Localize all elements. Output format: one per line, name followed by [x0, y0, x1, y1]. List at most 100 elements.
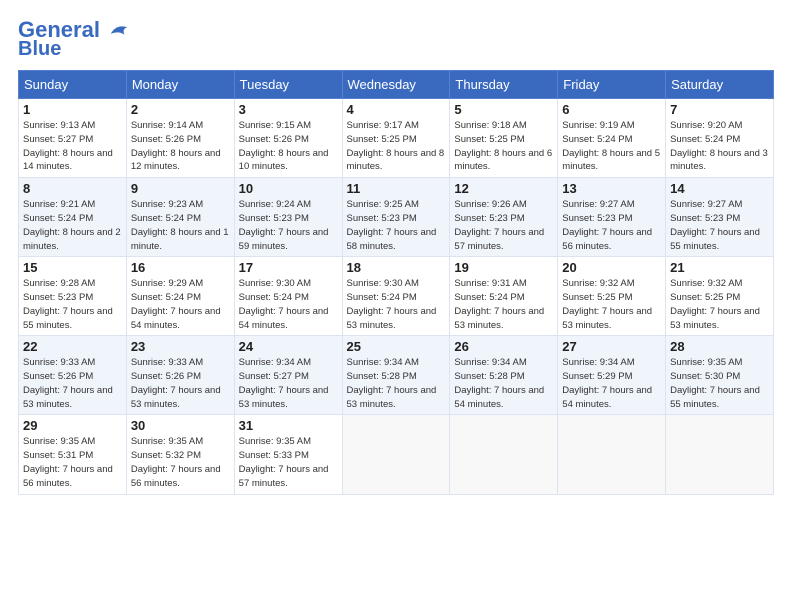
day-cell-9: 9 Sunrise: 9:23 AM Sunset: 5:24 PM Dayli…	[126, 178, 234, 257]
day-number: 21	[670, 260, 769, 275]
day-cell-13: 13 Sunrise: 9:27 AM Sunset: 5:23 PM Dayl…	[558, 178, 666, 257]
day-number: 17	[239, 260, 338, 275]
day-cell-7: 7 Sunrise: 9:20 AM Sunset: 5:24 PM Dayli…	[666, 99, 774, 178]
day-info: Sunrise: 9:24 AM Sunset: 5:23 PM Dayligh…	[239, 198, 338, 253]
day-cell-28: 28 Sunrise: 9:35 AM Sunset: 5:30 PM Dayl…	[666, 336, 774, 415]
weekday-header-monday: Monday	[126, 71, 234, 99]
empty-cell	[450, 415, 558, 494]
day-info: Sunrise: 9:32 AM Sunset: 5:25 PM Dayligh…	[670, 277, 769, 332]
weekday-header-thursday: Thursday	[450, 71, 558, 99]
day-info: Sunrise: 9:34 AM Sunset: 5:28 PM Dayligh…	[347, 356, 446, 411]
day-number: 19	[454, 260, 553, 275]
day-cell-11: 11 Sunrise: 9:25 AM Sunset: 5:23 PM Dayl…	[342, 178, 450, 257]
day-number: 28	[670, 339, 769, 354]
logo-blue: Blue	[18, 38, 61, 60]
day-info: Sunrise: 9:30 AM Sunset: 5:24 PM Dayligh…	[239, 277, 338, 332]
day-cell-30: 30 Sunrise: 9:35 AM Sunset: 5:32 PM Dayl…	[126, 415, 234, 494]
day-cell-3: 3 Sunrise: 9:15 AM Sunset: 5:26 PM Dayli…	[234, 99, 342, 178]
day-number: 14	[670, 181, 769, 196]
day-number: 20	[562, 260, 661, 275]
day-info: Sunrise: 9:35 AM Sunset: 5:30 PM Dayligh…	[670, 356, 769, 411]
weekday-header-friday: Friday	[558, 71, 666, 99]
day-cell-27: 27 Sunrise: 9:34 AM Sunset: 5:29 PM Dayl…	[558, 336, 666, 415]
day-cell-16: 16 Sunrise: 9:29 AM Sunset: 5:24 PM Dayl…	[126, 257, 234, 336]
day-cell-29: 29 Sunrise: 9:35 AM Sunset: 5:31 PM Dayl…	[19, 415, 127, 494]
day-cell-1: 1 Sunrise: 9:13 AM Sunset: 5:27 PM Dayli…	[19, 99, 127, 178]
day-cell-12: 12 Sunrise: 9:26 AM Sunset: 5:23 PM Dayl…	[450, 178, 558, 257]
day-cell-15: 15 Sunrise: 9:28 AM Sunset: 5:23 PM Dayl…	[19, 257, 127, 336]
day-info: Sunrise: 9:25 AM Sunset: 5:23 PM Dayligh…	[347, 198, 446, 253]
day-info: Sunrise: 9:35 AM Sunset: 5:32 PM Dayligh…	[131, 435, 230, 490]
day-cell-14: 14 Sunrise: 9:27 AM Sunset: 5:23 PM Dayl…	[666, 178, 774, 257]
day-cell-22: 22 Sunrise: 9:33 AM Sunset: 5:26 PM Dayl…	[19, 336, 127, 415]
day-number: 24	[239, 339, 338, 354]
weekday-header-wednesday: Wednesday	[342, 71, 450, 99]
day-number: 8	[23, 181, 122, 196]
calendar-week-4: 22 Sunrise: 9:33 AM Sunset: 5:26 PM Dayl…	[19, 336, 774, 415]
day-info: Sunrise: 9:29 AM Sunset: 5:24 PM Dayligh…	[131, 277, 230, 332]
day-cell-31: 31 Sunrise: 9:35 AM Sunset: 5:33 PM Dayl…	[234, 415, 342, 494]
day-number: 7	[670, 102, 769, 117]
empty-cell	[342, 415, 450, 494]
day-number: 22	[23, 339, 122, 354]
day-cell-20: 20 Sunrise: 9:32 AM Sunset: 5:25 PM Dayl…	[558, 257, 666, 336]
day-number: 12	[454, 181, 553, 196]
day-number: 3	[239, 102, 338, 117]
day-info: Sunrise: 9:27 AM Sunset: 5:23 PM Dayligh…	[670, 198, 769, 253]
day-cell-26: 26 Sunrise: 9:34 AM Sunset: 5:28 PM Dayl…	[450, 336, 558, 415]
day-info: Sunrise: 9:27 AM Sunset: 5:23 PM Dayligh…	[562, 198, 661, 253]
day-number: 18	[347, 260, 446, 275]
day-cell-19: 19 Sunrise: 9:31 AM Sunset: 5:24 PM Dayl…	[450, 257, 558, 336]
page-header: General Blue	[18, 18, 774, 60]
day-cell-25: 25 Sunrise: 9:34 AM Sunset: 5:28 PM Dayl…	[342, 336, 450, 415]
day-info: Sunrise: 9:20 AM Sunset: 5:24 PM Dayligh…	[670, 119, 769, 174]
day-cell-24: 24 Sunrise: 9:34 AM Sunset: 5:27 PM Dayl…	[234, 336, 342, 415]
day-number: 25	[347, 339, 446, 354]
day-cell-17: 17 Sunrise: 9:30 AM Sunset: 5:24 PM Dayl…	[234, 257, 342, 336]
empty-cell	[666, 415, 774, 494]
day-number: 27	[562, 339, 661, 354]
day-cell-18: 18 Sunrise: 9:30 AM Sunset: 5:24 PM Dayl…	[342, 257, 450, 336]
calendar-week-1: 1 Sunrise: 9:13 AM Sunset: 5:27 PM Dayli…	[19, 99, 774, 178]
day-number: 9	[131, 181, 230, 196]
day-cell-10: 10 Sunrise: 9:24 AM Sunset: 5:23 PM Dayl…	[234, 178, 342, 257]
day-number: 6	[562, 102, 661, 117]
logo: General Blue	[18, 18, 130, 60]
day-info: Sunrise: 9:34 AM Sunset: 5:27 PM Dayligh…	[239, 356, 338, 411]
day-info: Sunrise: 9:26 AM Sunset: 5:23 PM Dayligh…	[454, 198, 553, 253]
day-number: 13	[562, 181, 661, 196]
day-info: Sunrise: 9:33 AM Sunset: 5:26 PM Dayligh…	[131, 356, 230, 411]
day-number: 29	[23, 418, 122, 433]
weekday-header-tuesday: Tuesday	[234, 71, 342, 99]
day-number: 23	[131, 339, 230, 354]
day-info: Sunrise: 9:17 AM Sunset: 5:25 PM Dayligh…	[347, 119, 446, 174]
day-info: Sunrise: 9:18 AM Sunset: 5:25 PM Dayligh…	[454, 119, 553, 174]
day-cell-8: 8 Sunrise: 9:21 AM Sunset: 5:24 PM Dayli…	[19, 178, 127, 257]
day-number: 1	[23, 102, 122, 117]
day-number: 5	[454, 102, 553, 117]
calendar-week-3: 15 Sunrise: 9:28 AM Sunset: 5:23 PM Dayl…	[19, 257, 774, 336]
day-cell-5: 5 Sunrise: 9:18 AM Sunset: 5:25 PM Dayli…	[450, 99, 558, 178]
day-info: Sunrise: 9:21 AM Sunset: 5:24 PM Dayligh…	[23, 198, 122, 253]
day-info: Sunrise: 9:14 AM Sunset: 5:26 PM Dayligh…	[131, 119, 230, 174]
day-number: 26	[454, 339, 553, 354]
day-cell-2: 2 Sunrise: 9:14 AM Sunset: 5:26 PM Dayli…	[126, 99, 234, 178]
calendar-week-5: 29 Sunrise: 9:35 AM Sunset: 5:31 PM Dayl…	[19, 415, 774, 494]
day-info: Sunrise: 9:33 AM Sunset: 5:26 PM Dayligh…	[23, 356, 122, 411]
day-info: Sunrise: 9:19 AM Sunset: 5:24 PM Dayligh…	[562, 119, 661, 174]
day-cell-21: 21 Sunrise: 9:32 AM Sunset: 5:25 PM Dayl…	[666, 257, 774, 336]
day-info: Sunrise: 9:35 AM Sunset: 5:31 PM Dayligh…	[23, 435, 122, 490]
calendar-week-2: 8 Sunrise: 9:21 AM Sunset: 5:24 PM Dayli…	[19, 178, 774, 257]
day-cell-23: 23 Sunrise: 9:33 AM Sunset: 5:26 PM Dayl…	[126, 336, 234, 415]
empty-cell	[558, 415, 666, 494]
day-info: Sunrise: 9:13 AM Sunset: 5:27 PM Dayligh…	[23, 119, 122, 174]
day-number: 15	[23, 260, 122, 275]
day-number: 16	[131, 260, 230, 275]
day-number: 31	[239, 418, 338, 433]
day-info: Sunrise: 9:32 AM Sunset: 5:25 PM Dayligh…	[562, 277, 661, 332]
day-number: 11	[347, 181, 446, 196]
day-info: Sunrise: 9:34 AM Sunset: 5:29 PM Dayligh…	[562, 356, 661, 411]
weekday-header-row: SundayMondayTuesdayWednesdayThursdayFrid…	[19, 71, 774, 99]
day-number: 30	[131, 418, 230, 433]
day-cell-6: 6 Sunrise: 9:19 AM Sunset: 5:24 PM Dayli…	[558, 99, 666, 178]
